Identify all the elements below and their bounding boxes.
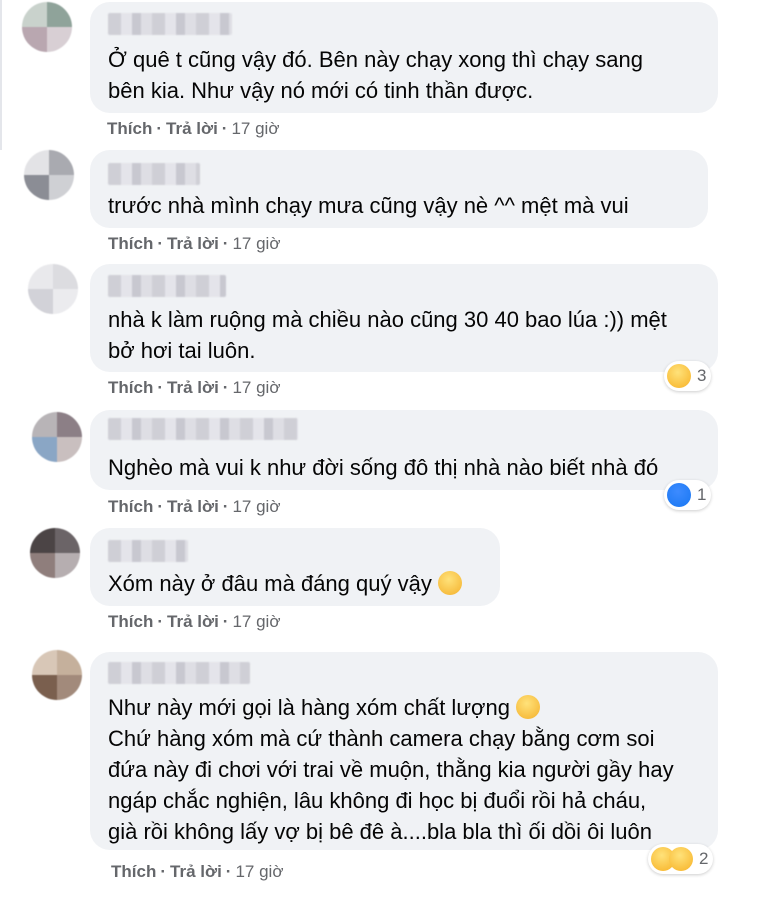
- separator: ·: [222, 234, 229, 253]
- comment-bubble: trước nhà mình chạy mưa cũng vậy nè ^^ m…: [90, 150, 708, 228]
- author-name-blurred[interactable]: [108, 540, 188, 562]
- like-link[interactable]: Thích: [108, 612, 153, 631]
- reaction-badge[interactable]: 1: [664, 480, 712, 510]
- comment-bubble: Nghèo mà vui k như đời sống đô thị nhà n…: [90, 410, 718, 490]
- comment-actions: Thích · Trả lời · 17 giờ: [108, 497, 280, 517]
- comment-text: trước nhà mình chạy mưa cũng vậy nè ^^ m…: [108, 193, 629, 218]
- comment-bubble: nhà k làm ruộng mà chiều nào cũng 30 40 …: [90, 264, 718, 372]
- author-name-blurred[interactable]: [108, 13, 232, 35]
- avatar[interactable]: [28, 264, 78, 314]
- comment-text: Nghèo mà vui k như đời sống đô thị nhà n…: [108, 455, 659, 480]
- comment-item: Xóm này ở đâu mà đáng quý vậy Thích · Trả …: [0, 526, 778, 641]
- separator: ·: [156, 119, 163, 138]
- reaction-badge[interactable]: 3: [664, 361, 712, 391]
- comment-bubble: Ở quê t cũng vậy đó. Bên này chạy xong t…: [90, 2, 718, 113]
- avatar[interactable]: [24, 150, 74, 200]
- like-link[interactable]: Thích: [108, 234, 153, 253]
- comment-actions: Thích · Trả lời · 17 giờ: [107, 119, 279, 139]
- like-link[interactable]: Thích: [111, 862, 156, 881]
- haha-reaction-icon: [667, 364, 691, 388]
- comment-actions: Thích · Trả lời · 17 giờ: [108, 378, 280, 398]
- timestamp[interactable]: 17 giờ: [232, 234, 280, 253]
- separator: ·: [221, 119, 228, 138]
- reply-link[interactable]: Trả lời: [167, 612, 219, 631]
- reply-link[interactable]: Trả lời: [166, 119, 218, 138]
- like-reaction-icon: [667, 483, 691, 507]
- timestamp[interactable]: 17 giờ: [235, 862, 283, 881]
- reaction-count: 3: [697, 366, 707, 385]
- comment-text: Ở quê t cũng vậy đó. Bên này chạy xong t…: [108, 47, 643, 103]
- sad-reaction-icon: [669, 847, 693, 871]
- comment-text: Xóm này ở đâu mà đáng quý vậy: [108, 568, 462, 599]
- author-name-blurred[interactable]: [108, 662, 250, 684]
- timestamp[interactable]: 17 giờ: [231, 119, 279, 138]
- like-link[interactable]: Thích: [107, 119, 152, 138]
- reaction-count: 2: [699, 849, 709, 868]
- reply-link[interactable]: Trả lời: [167, 378, 219, 397]
- separator: ·: [157, 378, 164, 397]
- comment-actions: Thích · Trả lời · 17 giờ: [108, 234, 280, 254]
- comment-item: Nghèo mà vui k như đời sống đô thị nhà n…: [0, 408, 778, 523]
- like-link[interactable]: Thích: [108, 378, 153, 397]
- like-link[interactable]: Thích: [108, 497, 153, 516]
- author-name-blurred[interactable]: [108, 163, 200, 185]
- author-name-blurred[interactable]: [108, 418, 298, 440]
- separator: ·: [222, 612, 229, 631]
- avatar[interactable]: [30, 528, 80, 578]
- comment-item: trước nhà mình chạy mưa cũng vậy nè ^^ m…: [0, 148, 778, 258]
- reply-link[interactable]: Trả lời: [167, 234, 219, 253]
- author-name-blurred[interactable]: [108, 275, 226, 297]
- separator: ·: [157, 612, 164, 631]
- separator: ·: [160, 862, 167, 881]
- comment-text-content: Xóm này ở đâu mà đáng quý vậy: [108, 571, 432, 596]
- thread-line: [0, 0, 2, 150]
- separator: ·: [225, 862, 232, 881]
- comment-bubble: Như này mới gọi là hàng xóm chất lượng C…: [90, 652, 718, 850]
- comment-text: nhà k làm ruộng mà chiều nào cũng 30 40 …: [108, 307, 667, 363]
- comment-item: Như này mới gọi là hàng xóm chất lượng C…: [0, 650, 778, 903]
- reply-link[interactable]: Trả lời: [167, 497, 219, 516]
- avatar[interactable]: [32, 650, 82, 700]
- comment-text-line1: Như này mới gọi là hàng xóm chất lượng: [108, 695, 510, 720]
- comment-actions: Thích · Trả lời · 17 giờ: [111, 862, 283, 882]
- timestamp[interactable]: 17 giờ: [232, 612, 280, 631]
- comment-text: Như này mới gọi là hàng xóm chất lượng C…: [108, 692, 674, 847]
- separator: ·: [222, 378, 229, 397]
- smiling-emoji-icon: [516, 695, 541, 719]
- timestamp[interactable]: 17 giờ: [232, 378, 280, 397]
- avatar[interactable]: [22, 2, 72, 52]
- comment-item: Ở quê t cũng vậy đó. Bên này chạy xong t…: [0, 0, 778, 150]
- comment-actions: Thích · Trả lời · 17 giờ: [108, 612, 280, 632]
- reaction-count: 1: [697, 485, 707, 504]
- comment-text-body: Chứ hàng xóm mà cứ thành camera chạy bằn…: [108, 726, 674, 844]
- separator: ·: [222, 497, 229, 516]
- separator: ·: [157, 497, 164, 516]
- separator: ·: [157, 234, 164, 253]
- avatar[interactable]: [32, 412, 82, 462]
- reaction-badge[interactable]: 2: [648, 844, 714, 874]
- flushed-emoji-icon: [437, 571, 462, 595]
- comment-item: nhà k làm ruộng mà chiều nào cũng 30 40 …: [0, 262, 778, 402]
- comment-bubble: Xóm này ở đâu mà đáng quý vậy: [90, 528, 500, 606]
- reply-link[interactable]: Trả lời: [170, 862, 222, 881]
- timestamp[interactable]: 17 giờ: [232, 497, 280, 516]
